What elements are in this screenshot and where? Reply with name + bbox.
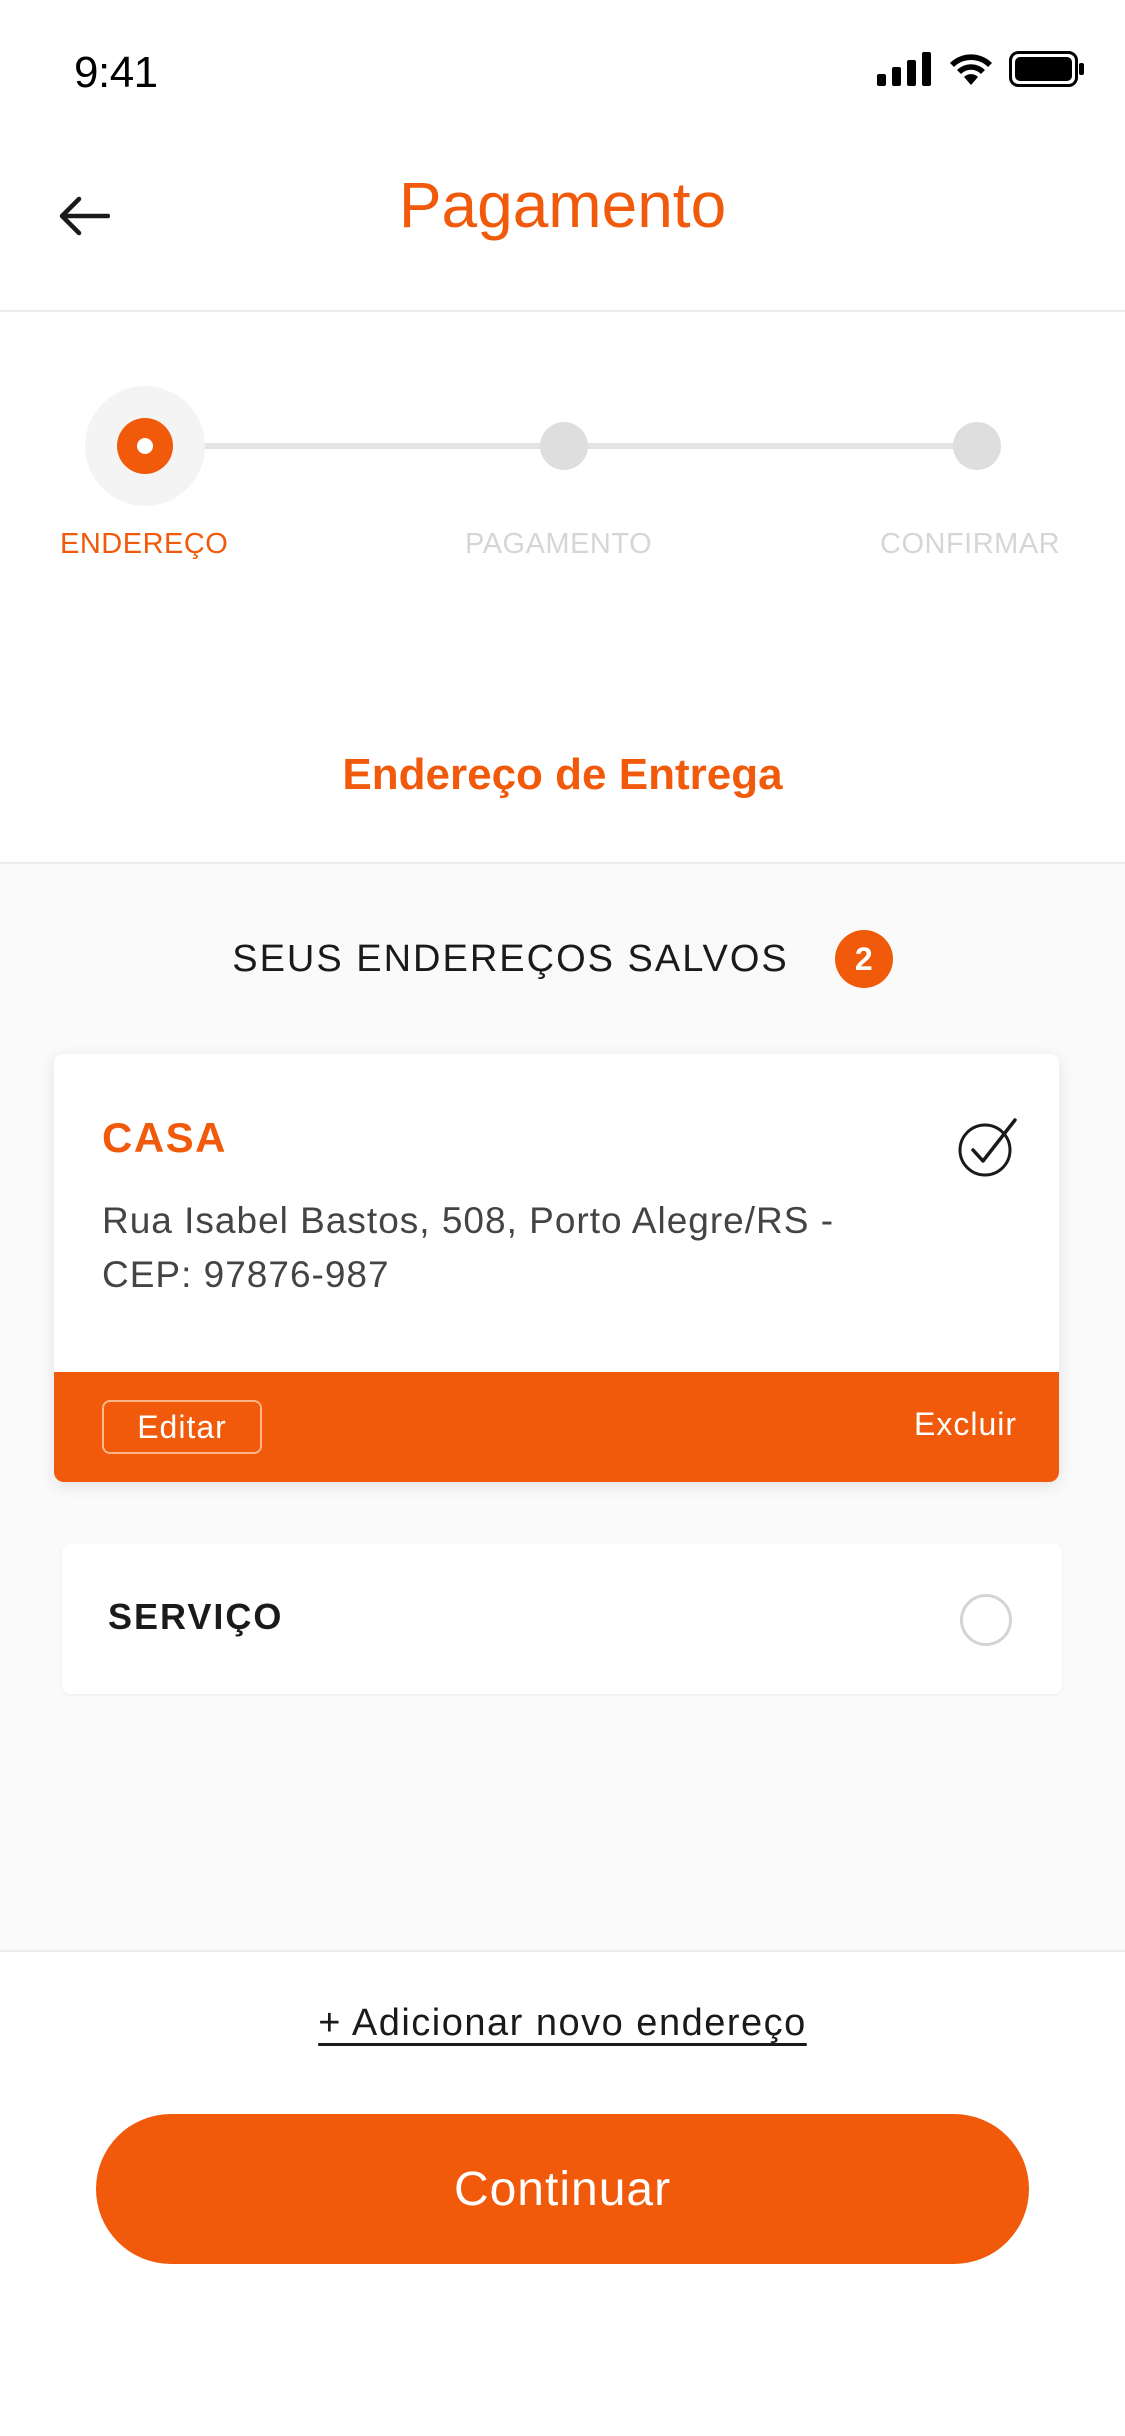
address-card-servico[interactable]: SERVIÇO xyxy=(62,1544,1062,1694)
saved-addresses-title: SEUS ENDEREÇOS SALVOS xyxy=(232,937,789,980)
page-title: Pagamento xyxy=(398,169,727,241)
status-bar: 9:41 xyxy=(0,0,1125,140)
signal-icon xyxy=(877,52,931,86)
saved-addresses-header: SEUS ENDEREÇOS SALVOS 2 xyxy=(0,930,1125,988)
step-label-confirmar: CONFIRMAR xyxy=(880,528,1061,560)
saved-count-badge: 2 xyxy=(834,930,893,988)
status-icons xyxy=(877,48,1085,90)
step-label-endereco: ENDEREÇO xyxy=(60,528,229,560)
wifi-icon xyxy=(950,54,992,85)
battery-icon xyxy=(1009,51,1084,87)
address-name: CASA xyxy=(102,1114,228,1161)
step-connector xyxy=(145,443,565,449)
step-label-pagamento: PAGAMENTO xyxy=(465,528,653,560)
address-card-actions: Editar Excluir xyxy=(54,1372,1059,1482)
address-text: Rua Isabel Bastos, 508, Porto Alegre/RS … xyxy=(102,1200,835,1295)
step-connector xyxy=(565,443,977,449)
step-dot-confirmar[interactable] xyxy=(953,422,1001,470)
check-circle-icon[interactable] xyxy=(957,1114,1021,1178)
status-time: 9:41 xyxy=(74,48,158,97)
continue-button[interactable]: Continuar xyxy=(96,2114,1029,2264)
edit-address-button[interactable]: Editar xyxy=(102,1400,262,1454)
radio-unselected-icon[interactable] xyxy=(960,1594,1012,1646)
section-title: Endereço de Entrega xyxy=(342,750,783,799)
address-name: SERVIÇO xyxy=(108,1596,284,1637)
navbar: Pagamento xyxy=(0,140,1125,312)
step-dot-pagamento[interactable] xyxy=(540,422,588,470)
add-address-link[interactable]: + Adicionar novo endereço xyxy=(0,2002,1125,2045)
address-card-casa[interactable]: CASA Rua Isabel Bastos, 508, Porto Alegr… xyxy=(54,1054,1059,1482)
step-dot-endereco[interactable] xyxy=(117,418,173,474)
progress-stepper: ENDEREÇO PAGAMENTO CONFIRMAR xyxy=(0,312,1125,572)
delete-address-button[interactable]: Excluir xyxy=(914,1406,1017,1443)
